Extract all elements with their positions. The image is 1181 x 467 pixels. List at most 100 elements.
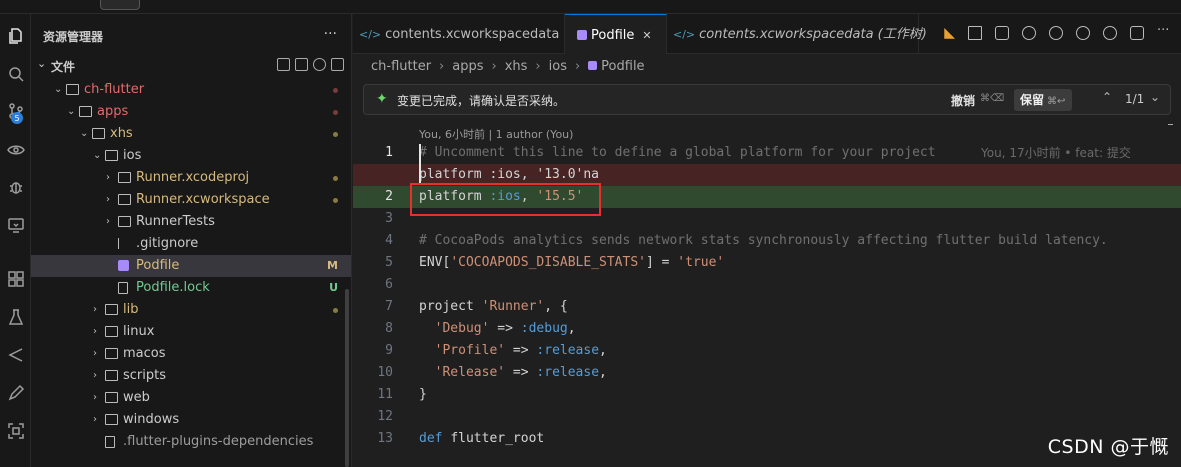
kotlin-icon[interactable]: ◣: [944, 26, 955, 40]
new-file-icon[interactable]: [277, 58, 290, 71]
extensions-icon[interactable]: [0, 264, 31, 294]
split-editor-icon[interactable]: [1130, 26, 1144, 40]
code-line[interactable]: 5 ENV['COCOAPODS_DISABLE_STATS'] = 'true': [353, 252, 1181, 274]
editor-tab[interactable]: Podfile ✕: [565, 14, 667, 54]
tree-item[interactable]: › Runner.xcworkspace: [31, 189, 351, 211]
explorer-icon[interactable]: [0, 21, 31, 51]
files-section-header[interactable]: ⌄ 文件: [31, 55, 351, 77]
chevron-right-icon: ›: [93, 370, 97, 381]
tree-item[interactable]: Podfile.lock U: [31, 277, 351, 299]
tree-item[interactable]: › RunnerTests: [31, 211, 351, 233]
undo-button[interactable]: 撤销: [951, 92, 975, 109]
code-line[interactable]: 12: [353, 406, 1181, 428]
tree-item[interactable]: › Runner.xcodeproj: [31, 167, 351, 189]
breadcrumb-separator: ›: [574, 59, 581, 74]
tree-item-label: xhs: [110, 126, 133, 141]
tree-item[interactable]: ⌄ xhs: [31, 123, 351, 145]
chevron-right-icon: ›: [93, 414, 97, 425]
line-text: 'Release' => :release,: [434, 365, 607, 380]
code-line[interactable]: 8 'Debug' => :debug,: [353, 318, 1181, 340]
tree-item[interactable]: ⌄ apps: [31, 101, 351, 123]
compare-icon[interactable]: [995, 26, 1009, 40]
code-line[interactable]: 4 # CocoaPods analytics sends network sta…: [353, 230, 1181, 252]
breadcrumb-item[interactable]: ios: [549, 59, 567, 74]
git-icon: [118, 238, 124, 249]
tree-item-label: Runner.xcodeproj: [136, 170, 250, 185]
run-icon[interactable]: [968, 26, 982, 40]
tree-item-label: apps: [97, 104, 129, 119]
testing-icon[interactable]: [0, 302, 31, 332]
tree-item[interactable]: ⌄ ios: [31, 145, 351, 167]
code-line[interactable]: 1 # Uncomment this line to define a globa…: [353, 142, 1181, 164]
tree-item[interactable]: .flutter-plugins-dependencies: [31, 431, 351, 453]
tree-item-label: RunnerTests: [136, 214, 215, 229]
search-icon[interactable]: [0, 59, 31, 89]
line-text: 'Debug' => :debug,: [434, 321, 576, 336]
folder-icon: [118, 216, 131, 227]
remote-explorer-icon[interactable]: [0, 135, 31, 165]
scan-icon[interactable]: [0, 416, 31, 446]
folder-icon: [105, 392, 118, 403]
breadcrumb-item[interactable]: apps: [452, 59, 483, 74]
tree-item[interactable]: › scripts: [31, 365, 351, 387]
tree-item[interactable]: › linux: [31, 321, 351, 343]
remote-display-icon[interactable]: [0, 210, 31, 240]
breadcrumb-item[interactable]: Podfile: [601, 59, 644, 74]
line-text: # CocoaPods analytics sends network stat…: [419, 233, 1108, 248]
git-graph-icon[interactable]: [1076, 26, 1090, 40]
sidebar-scrollbar[interactable]: [345, 289, 349, 467]
debug-icon[interactable]: [0, 172, 31, 202]
timeline-icon[interactable]: [1022, 26, 1036, 40]
breadcrumb-item[interactable]: xhs: [505, 59, 528, 74]
edit-pen-icon[interactable]: [0, 378, 31, 408]
code-line[interactable]: 6: [353, 274, 1181, 296]
title-bar: [0, 0, 1181, 14]
tree-item[interactable]: › windows: [31, 409, 351, 431]
more-actions-icon[interactable]: ···: [324, 26, 337, 42]
play-circle-icon[interactable]: [1103, 26, 1117, 40]
chevron-down-icon[interactable]: ⌄: [1150, 90, 1160, 104]
sidebar-title: 资源管理器: [43, 30, 104, 44]
change-counter: 1/1: [1125, 92, 1145, 106]
more-icon[interactable]: ···: [1157, 24, 1171, 40]
tree-item[interactable]: .gitignore: [31, 233, 351, 255]
chevron-down-icon: ⌄: [54, 84, 63, 95]
tree-item[interactable]: › web: [31, 387, 351, 409]
tree-item[interactable]: Podfile M: [31, 255, 351, 277]
breadcrumb-separator: ›: [491, 59, 497, 74]
tree-item[interactable]: › lib: [31, 299, 351, 321]
keep-button[interactable]: 保留 ⌘↩: [1014, 89, 1072, 111]
breadcrumb-item[interactable]: ch-flutter: [371, 59, 431, 74]
line-number: 9: [385, 343, 393, 358]
tree-item[interactable]: ⌄ ch-flutter: [31, 79, 351, 101]
refresh-icon[interactable]: [313, 58, 326, 71]
highlight-annotation-box: [410, 183, 601, 216]
tree-item-label: Runner.xcworkspace: [136, 192, 270, 207]
folder-icon: [118, 194, 131, 205]
status-dot: [333, 88, 338, 93]
collapse-all-icon[interactable]: [331, 58, 344, 71]
podfile-icon: [118, 260, 129, 271]
line-number: 8: [385, 321, 393, 336]
tab-label: Podfile: [591, 28, 635, 43]
new-folder-icon[interactable]: [295, 58, 308, 71]
commit-icon[interactable]: [1049, 26, 1063, 40]
explorer-sidebar: 资源管理器 ··· ⌄ 文件 ⌄ ch-flutter ⌄ apps ⌄ xhs ⌄ ios ›…: [31, 14, 352, 467]
tree-item[interactable]: › macos: [31, 343, 351, 365]
tree-item-label: ios: [123, 148, 142, 163]
status-dot: [333, 110, 338, 115]
code-line[interactable]: 7 project 'Runner', {: [353, 296, 1181, 318]
code-line[interactable]: 10 'Release' => :release,: [353, 362, 1181, 384]
line-number: 5: [385, 255, 393, 270]
editor-tab[interactable]: </> contents.xcworkspacedata (工作树): [667, 14, 927, 54]
code-line[interactable]: 11}: [353, 384, 1181, 406]
keep-label: 保留: [1020, 93, 1045, 107]
editor-tab[interactable]: </> contents.xcworkspacedata: [353, 14, 565, 54]
chevron-up-icon[interactable]: ⌃: [1102, 90, 1112, 104]
close-icon[interactable]: ✕: [642, 29, 651, 42]
files-section-label: 文件: [51, 60, 76, 74]
codelens-author[interactable]: You, 6小时前 | 1 author (You): [419, 126, 573, 142]
window-control[interactable]: [100, 0, 140, 10]
code-line[interactable]: 9 'Profile' => :release,: [353, 340, 1181, 362]
deploy-icon[interactable]: [0, 340, 31, 370]
